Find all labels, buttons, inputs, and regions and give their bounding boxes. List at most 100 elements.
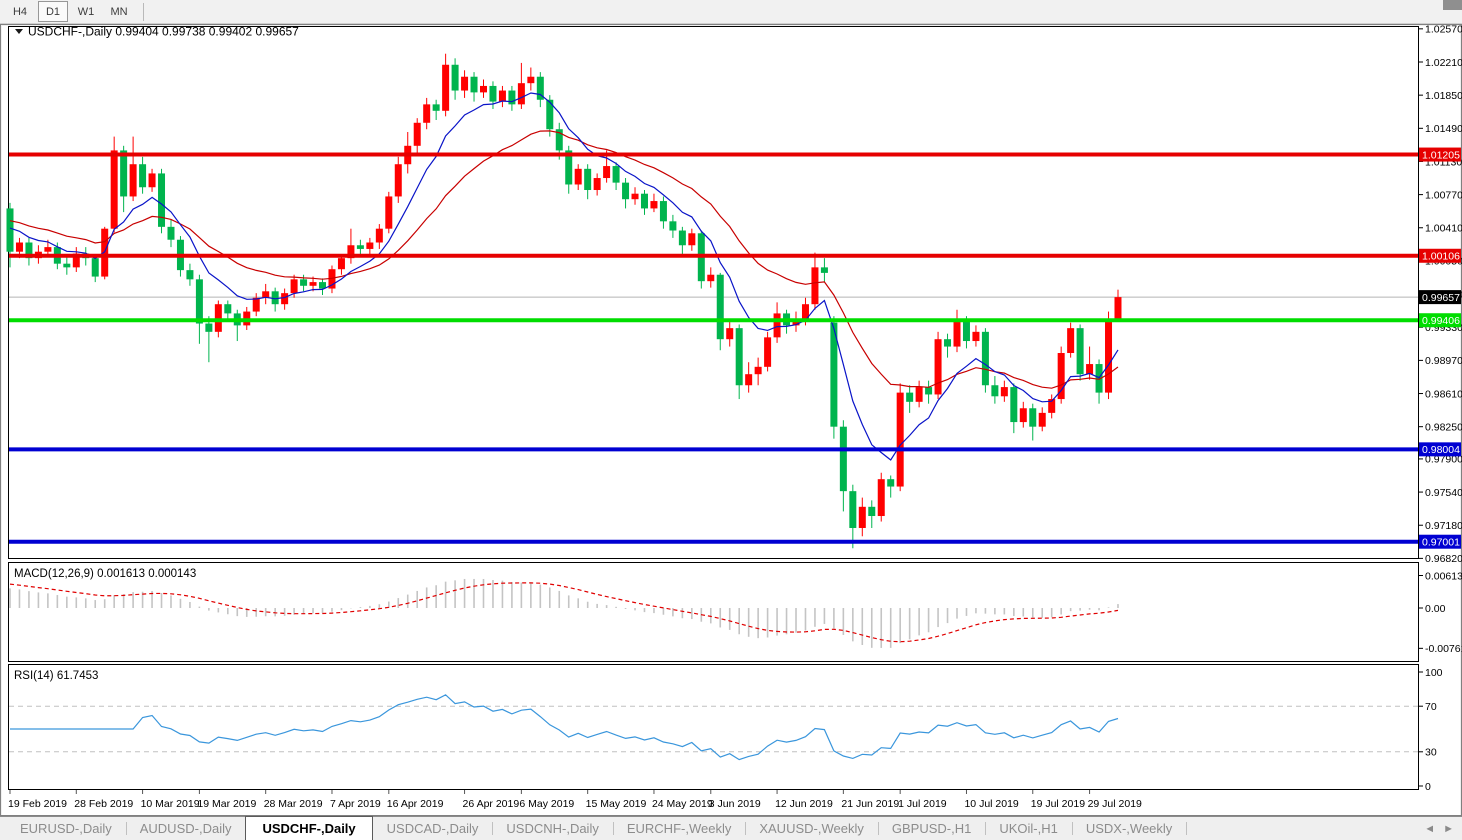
candle-up bbox=[755, 367, 762, 374]
date-label: 28 Mar 2019 bbox=[264, 798, 323, 810]
candle-down bbox=[224, 304, 231, 313]
tab-usdx-weekly[interactable]: USDX-,Weekly bbox=[1072, 817, 1186, 840]
candle-down bbox=[196, 279, 203, 323]
candle-up bbox=[1105, 321, 1112, 393]
tab-ukoil-h1[interactable]: UKOil-,H1 bbox=[985, 817, 1072, 840]
date-label: 19 Feb 2019 bbox=[8, 798, 67, 810]
candle-down bbox=[158, 173, 165, 226]
price-tick-label: 0.97540 bbox=[1425, 487, 1462, 499]
candle-up bbox=[395, 164, 402, 196]
candle-up bbox=[811, 267, 818, 304]
candle-down bbox=[433, 104, 440, 110]
rsi-tick-label: 0 bbox=[1425, 781, 1431, 793]
symbol-tab-bar: EURUSD-,DailyAUDUSD-,DailyUSDCHF-,DailyU… bbox=[0, 816, 1462, 840]
candle-up bbox=[774, 313, 781, 337]
date-label: 1 Jul 2019 bbox=[898, 798, 947, 810]
tab-scroll-right-icon[interactable]: ► bbox=[1443, 823, 1454, 835]
candle-down bbox=[452, 65, 459, 91]
tab-audusd-daily[interactable]: AUDUSD-,Daily bbox=[126, 817, 246, 840]
candle-up bbox=[480, 86, 487, 92]
candle-up bbox=[745, 374, 752, 385]
date-label: 24 May 2019 bbox=[652, 798, 713, 810]
candle-up bbox=[650, 201, 657, 208]
candle-down bbox=[660, 201, 667, 221]
candle-up bbox=[603, 166, 610, 178]
candle-up bbox=[1086, 364, 1093, 374]
candle-up bbox=[376, 229, 383, 243]
tab-usdcnh-daily[interactable]: USDCNH-,Daily bbox=[492, 817, 612, 840]
candle-up bbox=[101, 229, 108, 277]
candle-up bbox=[215, 304, 222, 332]
candle-down bbox=[925, 387, 932, 394]
candle-up bbox=[442, 65, 449, 111]
candle-up bbox=[518, 83, 525, 104]
candle-up bbox=[130, 164, 137, 196]
trading-platform-window: { "toolbar": { "timeframes": [ {"label":… bbox=[0, 0, 1462, 840]
current-price-text: 0.99657 bbox=[1422, 292, 1460, 304]
candle-up bbox=[111, 150, 118, 228]
price-tick-label: 1.01490 bbox=[1425, 123, 1462, 135]
candle-up bbox=[935, 339, 942, 394]
tab-xauusd-weekly[interactable]: XAUUSD-,Weekly bbox=[745, 817, 878, 840]
tab-usdcad-daily[interactable]: USDCAD-,Daily bbox=[373, 817, 493, 840]
level-price-text: 1.01205 bbox=[1422, 149, 1460, 161]
candle-up bbox=[253, 298, 260, 312]
candle-up bbox=[916, 387, 923, 402]
level-price-text: 1.00106 bbox=[1422, 251, 1460, 263]
date-label: 21 Jun 2019 bbox=[841, 798, 899, 810]
candle-down bbox=[717, 275, 724, 339]
candle-down bbox=[840, 427, 847, 491]
date-label: 28 Feb 2019 bbox=[74, 798, 133, 810]
tab-eurusd-daily[interactable]: EURUSD-,Daily bbox=[6, 817, 126, 840]
candle-up bbox=[972, 332, 979, 341]
candle-up bbox=[594, 178, 601, 190]
price-tick-label: 0.98970 bbox=[1425, 355, 1462, 367]
candle-up bbox=[310, 282, 317, 286]
candle-up bbox=[726, 328, 733, 339]
tab-gbpusd-h1[interactable]: GBPUSD-,H1 bbox=[878, 817, 985, 840]
candle-down bbox=[186, 270, 193, 279]
candle-up bbox=[1114, 297, 1121, 320]
candle-down bbox=[641, 194, 648, 209]
candle-down bbox=[357, 245, 364, 249]
candle-down bbox=[471, 77, 478, 93]
price-tick-label: 1.02210 bbox=[1425, 57, 1462, 69]
candle-up bbox=[527, 77, 534, 83]
candle-up bbox=[366, 242, 373, 248]
candle-up bbox=[632, 194, 639, 200]
rsi-label: RSI(14) 61.7453 bbox=[14, 670, 98, 682]
candle-down bbox=[963, 321, 970, 341]
candle-down bbox=[205, 324, 212, 332]
candle-down bbox=[821, 267, 828, 273]
candle-down bbox=[120, 150, 127, 196]
candle-up bbox=[385, 196, 392, 228]
candle-up bbox=[897, 393, 904, 487]
tab-scroll-left-icon[interactable]: ◄ bbox=[1424, 823, 1435, 835]
date-label: 19 Jul 2019 bbox=[1031, 798, 1085, 810]
chart-canvas[interactable]: 1.025701.022101.018501.014901.011301.007… bbox=[0, 0, 1462, 816]
candle-down bbox=[92, 258, 99, 276]
macd-tick-label: 0.00613 bbox=[1425, 570, 1462, 582]
candle-down bbox=[63, 264, 70, 268]
candle-up bbox=[1020, 408, 1027, 422]
candle-up bbox=[338, 258, 345, 269]
candle-down bbox=[613, 166, 620, 183]
candle-up bbox=[291, 279, 298, 293]
macd-label: MACD(12,26,9) 0.001613 0.000143 bbox=[14, 568, 196, 580]
candle-up bbox=[414, 123, 421, 146]
candle-up bbox=[859, 507, 866, 528]
candle-up bbox=[688, 233, 695, 245]
tab-usdchf-daily[interactable]: USDCHF-,Daily bbox=[245, 816, 372, 840]
price-tick-label: 1.00410 bbox=[1425, 223, 1462, 235]
tab-eurchf-weekly[interactable]: EURCHF-,Weekly bbox=[613, 817, 746, 840]
rsi-tick-label: 70 bbox=[1425, 701, 1437, 713]
candle-up bbox=[281, 293, 288, 304]
date-label: 16 Apr 2019 bbox=[387, 798, 444, 810]
price-tick-label: 1.00770 bbox=[1425, 189, 1462, 201]
candle-up bbox=[1001, 387, 1008, 396]
rsi-panel bbox=[9, 665, 1419, 790]
candle-down bbox=[679, 231, 686, 246]
candle-down bbox=[868, 507, 875, 516]
level-price-text: 0.97001 bbox=[1422, 537, 1460, 549]
candle-down bbox=[669, 221, 676, 230]
